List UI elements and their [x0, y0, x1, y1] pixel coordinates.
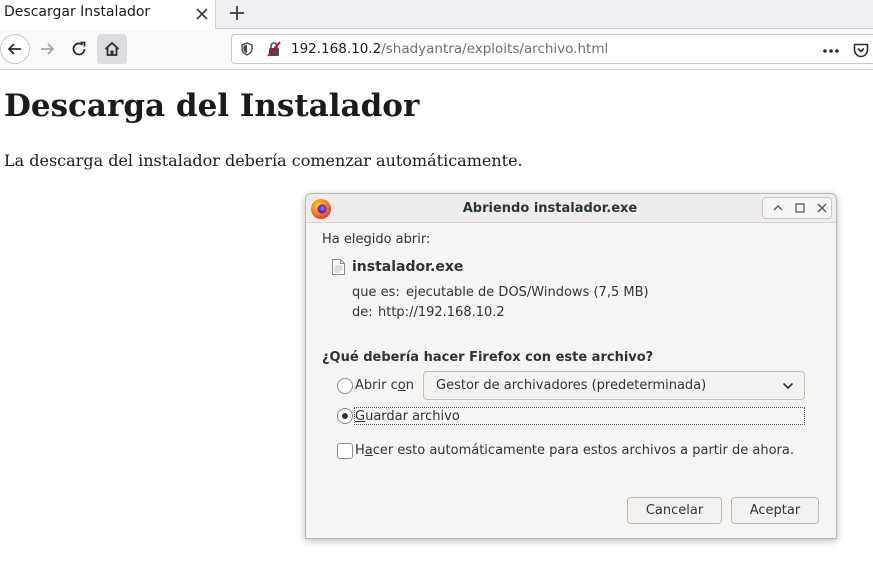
home-icon — [104, 41, 120, 56]
url-text[interactable]: 192.168.10.2/shadyantra/exploits/archivo… — [291, 41, 608, 57]
page-paragraph: La descarga del instalador debería comen… — [4, 151, 523, 170]
cancel-button[interactable]: Cancelar — [627, 497, 722, 524]
file-type-value: ejecutable de DOS/Windows (7,5 MB) — [406, 285, 649, 300]
close-icon[interactable] — [815, 201, 829, 215]
auto-action-label[interactable]: Hacer esto automáticamente para estos ar… — [355, 443, 794, 458]
auto-action-label-key: a — [364, 443, 373, 458]
file-source-value: http://192.168.10.2 — [378, 305, 505, 320]
save-file-label-key: G — [355, 409, 366, 424]
dialog-titlebar[interactable]: Abriendo instalador.exe — [306, 194, 836, 223]
close-icon[interactable] — [192, 4, 212, 24]
auto-action-checkbox[interactable] — [337, 443, 353, 459]
reload-icon — [72, 41, 86, 56]
save-file-label-rest: uardar archivo — [365, 409, 460, 424]
arrow-right-icon — [41, 43, 55, 55]
save-file-radio[interactable] — [337, 408, 353, 424]
file-name: instalador.exe — [352, 259, 464, 275]
action-question: ¿Qué debería hacer Firefox con este arch… — [322, 350, 654, 365]
open-with-radio[interactable] — [337, 378, 353, 394]
open-with-label-key: o — [397, 378, 406, 393]
dialog-intro: Ha elegido abrir: — [322, 232, 431, 247]
reload-button[interactable] — [64, 34, 94, 64]
file-source-label: de: — [352, 305, 373, 320]
window-controls — [762, 197, 832, 219]
open-with-label-post: n — [405, 378, 414, 393]
open-with-label[interactable]: Abrir con — [355, 378, 414, 393]
arrow-left-icon — [7, 43, 21, 55]
tab-strip: Descargar Instalador — [0, 0, 873, 29]
insecure-lock-icon[interactable] — [266, 41, 282, 57]
browser-tab[interactable]: Descargar Instalador — [0, 0, 216, 29]
forward-button[interactable] — [32, 34, 62, 64]
shield-icon[interactable] — [240, 42, 254, 56]
address-bar[interactable]: 192.168.10.2/shadyantra/exploits/archivo… — [231, 34, 873, 64]
chevron-up-icon[interactable] — [771, 201, 785, 215]
open-with-selected-app: Gestor de archivadores (predeterminada) — [436, 378, 707, 393]
navigation-toolbar: 192.168.10.2/shadyantra/exploits/archivo… — [0, 29, 873, 70]
file-type-label: que es: — [352, 285, 400, 300]
more-actions-icon[interactable] — [822, 48, 840, 54]
url-host: 192.168.10.2 — [291, 41, 382, 57]
plus-icon[interactable] — [226, 2, 248, 24]
page-title: Descarga del Instalador — [4, 88, 420, 124]
pocket-icon[interactable] — [852, 41, 870, 59]
accept-button[interactable]: Aceptar — [731, 497, 819, 524]
dialog-title: Abriendo instalador.exe — [462, 201, 638, 216]
maximize-icon[interactable] — [793, 201, 807, 215]
url-path: /shadyantra/exploits/archivo.html — [381, 41, 609, 57]
tab-title: Descargar Instalador — [4, 4, 151, 20]
back-button[interactable] — [0, 34, 30, 64]
home-button[interactable] — [97, 34, 127, 64]
auto-action-label-post: cer esto automáticamente para estos arch… — [372, 443, 794, 458]
download-dialog: Abriendo instalador.exe Ha elegido abrir… — [305, 193, 837, 539]
file-icon — [332, 259, 345, 275]
auto-action-label-pre: H — [355, 443, 365, 458]
open-with-select[interactable]: Gestor de archivadores (predeterminada) — [423, 371, 805, 400]
chevron-down-icon — [782, 382, 794, 390]
open-with-label-pre: Abrir c — [355, 378, 398, 393]
save-file-label[interactable]: Guardar archivo — [355, 409, 460, 424]
